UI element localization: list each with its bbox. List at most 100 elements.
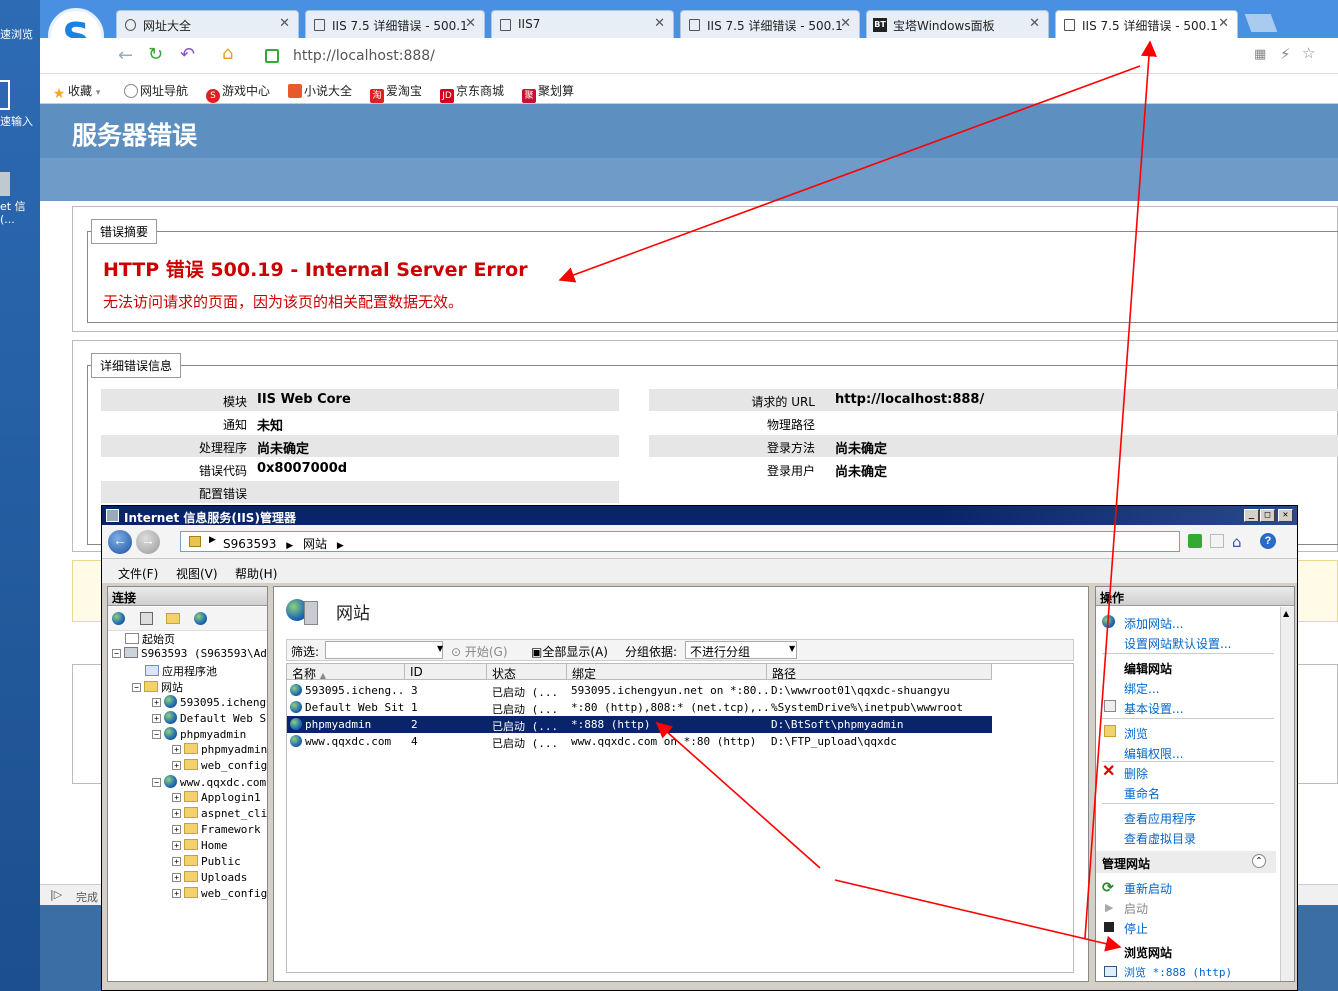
expand-toggle[interactable]: +	[172, 761, 181, 770]
column-id[interactable]: ID	[405, 664, 487, 680]
expand-toggle[interactable]: +	[172, 809, 181, 818]
tree-node[interactable]: + Uploads	[172, 871, 247, 884]
action-start[interactable]: 启动	[1124, 900, 1148, 917]
menu-file[interactable]: 文件(F)	[118, 565, 158, 582]
home-icon[interactable]: ⌂	[222, 43, 233, 64]
close-button[interactable]: ✕	[1278, 509, 1293, 522]
close-icon[interactable]: ✕	[1218, 16, 1229, 31]
action-restart[interactable]: 重新启动	[1124, 880, 1172, 897]
back-icon[interactable]: ←	[118, 45, 133, 66]
action-view-applications[interactable]: 查看应用程序	[1124, 810, 1196, 827]
url-input[interactable]: http://localhost:888/	[253, 44, 853, 68]
column-path[interactable]: 路径	[767, 664, 992, 681]
expand-toggle[interactable]: +	[152, 698, 161, 707]
path-segment[interactable]: 网站	[303, 537, 327, 551]
site-row[interactable]: phpmyadmin 2 已启动 (... *:888 (http) D:\BtSoft…	[287, 716, 992, 733]
collapse-toggle[interactable]: −	[152, 778, 161, 787]
refresh-icon[interactable]: ↻	[148, 44, 163, 65]
column-status[interactable]: 状态	[487, 664, 567, 681]
stop-icon[interactable]	[1210, 534, 1224, 548]
chevron-down-icon[interactable]: ▼	[789, 644, 795, 653]
connect-icon[interactable]	[112, 612, 128, 626]
tree-node[interactable]: +593095.ichengyun.	[152, 695, 267, 709]
menu-help[interactable]: 帮助(H)	[235, 565, 277, 582]
close-icon[interactable]: ✕	[279, 16, 290, 31]
expand-toggle[interactable]: +	[172, 841, 181, 850]
action-explore[interactable]: 浏览	[1124, 725, 1148, 742]
column-name[interactable]: 名称 ▲	[287, 664, 405, 681]
qr-icon[interactable]: ▦	[1254, 47, 1266, 62]
bookmark-jd[interactable]: JD 京东商城	[440, 82, 504, 103]
action-view-vdirs[interactable]: 查看虚拟目录	[1124, 830, 1196, 847]
disconnect-icon[interactable]	[194, 612, 210, 626]
star-icon[interactable]: ☆	[1302, 44, 1315, 62]
show-all-button[interactable]: ▣全部显示(A)	[531, 643, 608, 660]
site-row[interactable]: 593095.icheng... 3 已启动 (... 593095.ichengyu…	[287, 682, 992, 699]
action-delete[interactable]: 删除	[1124, 765, 1148, 782]
action-stop[interactable]: 停止	[1124, 920, 1148, 937]
menu-view[interactable]: 视图(V)	[176, 565, 218, 582]
minimize-button[interactable]: _	[1244, 509, 1259, 522]
desktop-icon-iis[interactable]: et 信 (...	[0, 200, 40, 226]
action-bindings[interactable]: 绑定...	[1124, 680, 1159, 697]
action-edit-permissions[interactable]: 编辑权限...	[1124, 745, 1183, 762]
tree-node[interactable]: − phpmyadmin	[152, 727, 246, 741]
desktop-icon-browser[interactable]: 速浏览	[0, 28, 40, 41]
tree-node[interactable]: + Home	[172, 839, 228, 852]
undo-icon[interactable]: ↶	[180, 44, 195, 65]
tab-6-active[interactable]: IIS 7.5 详细错误 - 500.1 ✕	[1055, 10, 1238, 38]
tab-2[interactable]: IIS 7.5 详细错误 - 500.1 ✕	[305, 10, 485, 38]
tree-node[interactable]: + phpmyadmin_0a	[172, 743, 267, 756]
tree-node[interactable]: 起始页	[112, 631, 175, 647]
tab-3[interactable]: IIS7 ✕	[491, 10, 674, 38]
expand-toggle[interactable]: +	[172, 825, 181, 834]
path-segment[interactable]: S963593	[223, 537, 276, 551]
tab-4[interactable]: IIS 7.5 详细错误 - 500.1 ✕	[680, 10, 860, 38]
bookmark-aitaobao[interactable]: 淘爱淘宝	[370, 82, 422, 103]
bookmark-favorites[interactable]: ★ 收藏 ▾	[52, 82, 101, 101]
tree-node[interactable]: + Framework	[172, 823, 261, 836]
expand-toggle[interactable]: +	[172, 873, 181, 882]
address-path[interactable]: ▶ S963593 ▶ 网站 ▶	[180, 531, 1180, 552]
bookmark-nav[interactable]: 网址导航	[124, 82, 188, 99]
tree-node[interactable]: + web_config	[172, 759, 267, 772]
tree-node[interactable]: − www.qqxdc.com	[152, 775, 266, 789]
refresh-icon[interactable]	[1188, 534, 1202, 548]
action-browse-port[interactable]: 浏览 *:888 (http)	[1124, 964, 1232, 980]
expand-toggle[interactable]: +	[152, 714, 161, 723]
actions-scrollbar[interactable]: ▲	[1280, 607, 1294, 981]
action-site-defaults[interactable]: 设置网站默认设置...	[1124, 635, 1231, 652]
tree-node[interactable]: − 网站	[132, 679, 183, 695]
up-folder-icon[interactable]	[166, 612, 183, 626]
maximize-button[interactable]: □	[1260, 509, 1275, 522]
action-rename[interactable]: 重命名	[1124, 785, 1160, 802]
tree-node[interactable]: + aspnet_client	[172, 807, 267, 820]
collapse-toggle[interactable]: −	[112, 649, 121, 658]
tree-node[interactable]: + web_config	[172, 887, 267, 900]
close-icon[interactable]: ✕	[840, 16, 851, 31]
tree-node[interactable]: + Applogin1	[172, 791, 261, 804]
collapse-icon[interactable]: ⌃	[1252, 854, 1266, 868]
sidebar-toggle-icon[interactable]: |▷	[50, 888, 62, 901]
site-row[interactable]: www.qqxdc.com 4 已启动 (... www.qqxdc.com on *…	[287, 733, 992, 750]
start-button[interactable]: ⊙ 开始(G)	[451, 643, 508, 660]
bookmark-novels[interactable]: 小说大全	[288, 82, 352, 99]
tree-node[interactable]: 应用程序池	[132, 663, 217, 679]
help-icon[interactable]: ?	[1260, 533, 1276, 549]
expand-toggle[interactable]: +	[172, 745, 181, 754]
column-binding[interactable]: 绑定	[567, 664, 767, 681]
scroll-up-icon[interactable]: ▲	[1283, 609, 1289, 618]
iis-title-bar[interactable]: Internet 信息服务(IIS)管理器 _ □ ✕	[102, 506, 1297, 525]
tree-node[interactable]: + Default Web Site	[152, 711, 267, 725]
collapse-toggle[interactable]: −	[132, 683, 141, 692]
chevron-down-icon[interactable]: ▼	[437, 644, 443, 653]
desktop-icon-input[interactable]: 速输入	[0, 115, 40, 128]
new-tab-button[interactable]	[1244, 14, 1278, 32]
expand-toggle[interactable]: +	[172, 889, 181, 898]
manage-site-header[interactable]: 管理网站 ⌃	[1096, 851, 1276, 873]
filter-input[interactable]	[325, 641, 443, 659]
close-icon[interactable]: ✕	[465, 16, 476, 31]
group-by-select[interactable]: 不进行分组	[685, 641, 797, 659]
save-icon[interactable]	[140, 612, 153, 625]
bookmark-juhuasuan[interactable]: 聚聚划算	[522, 82, 574, 103]
